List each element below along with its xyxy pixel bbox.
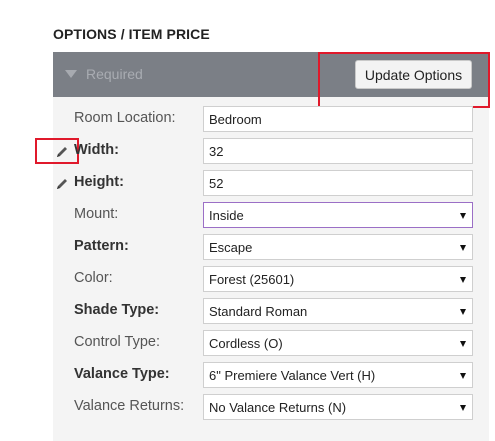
color-value: Forest (25601) [209,271,295,287]
width-label: Width: [74,142,119,158]
caret-down-icon[interactable] [65,70,77,78]
field-row-color: Color: Forest (25601) [0,265,495,293]
mount-select[interactable]: Inside [203,202,473,228]
width-input[interactable]: 32 [203,138,473,164]
chevron-down-icon[interactable] [460,341,466,347]
valance-returns-label: Valance Returns: [74,398,185,414]
chevron-down-icon[interactable] [460,277,466,283]
field-row-valance-type: Valance Type: 6" Premiere Valance Vert (H… [0,361,495,389]
pattern-value: Escape [209,239,253,255]
chevron-down-icon[interactable] [460,373,466,379]
field-row-control-type: Control Type: Cordless (O) [0,329,495,357]
field-row-room-location: Room Location: Bedroom [0,105,495,133]
shade-type-select[interactable]: Standard Roman [203,298,473,324]
shade-type-value: Standard Roman [209,303,308,319]
field-row-valance-returns: Valance Returns: No Valance Returns (N) [0,393,495,421]
room-location-label: Room Location: [74,110,176,126]
pattern-label: Pattern: [74,238,129,254]
field-row-height: Height: 52 [0,169,495,197]
control-type-value: Cordless (O) [209,335,283,351]
pencil-icon[interactable] [55,145,69,159]
chevron-down-icon[interactable] [460,405,466,411]
pencil-icon[interactable] [55,177,69,191]
height-input[interactable]: 52 [203,170,473,196]
width-value: 32 [209,143,224,159]
panel-header[interactable]: Required Update Options [53,52,489,97]
color-select[interactable]: Forest (25601) [203,266,473,292]
shade-type-label: Shade Type: [74,302,160,318]
field-row-shade-type: Shade Type: Standard Roman [0,297,495,325]
section-title: OPTIONS / ITEM PRICE [53,26,210,42]
field-row-mount: Mount: Inside [0,201,495,229]
height-value: 52 [209,175,224,191]
field-row-width: Width: 32 [0,137,495,165]
room-location-input[interactable]: Bedroom [203,106,473,132]
valance-type-label: Valance Type: [74,366,170,382]
control-type-select[interactable]: Cordless (O) [203,330,473,356]
chevron-down-icon[interactable] [460,213,466,219]
field-row-pattern: Pattern: Escape [0,233,495,261]
control-type-label: Control Type: [74,334,160,350]
room-location-value: Bedroom [209,111,262,127]
chevron-down-icon[interactable] [460,309,466,315]
color-label: Color: [74,270,113,286]
valance-type-select[interactable]: 6" Premiere Valance Vert (H) [203,362,473,388]
required-label: Required [86,66,143,82]
valance-returns-value: No Valance Returns (N) [209,399,347,415]
height-label: Height: [74,174,124,190]
valance-type-value: 6" Premiere Valance Vert (H) [209,367,376,383]
mount-value: Inside [209,207,244,223]
chevron-down-icon[interactable] [460,245,466,251]
valance-returns-select[interactable]: No Valance Returns (N) [203,394,473,420]
pattern-select[interactable]: Escape [203,234,473,260]
update-options-button[interactable]: Update Options [355,60,472,89]
mount-label: Mount: [74,206,119,222]
